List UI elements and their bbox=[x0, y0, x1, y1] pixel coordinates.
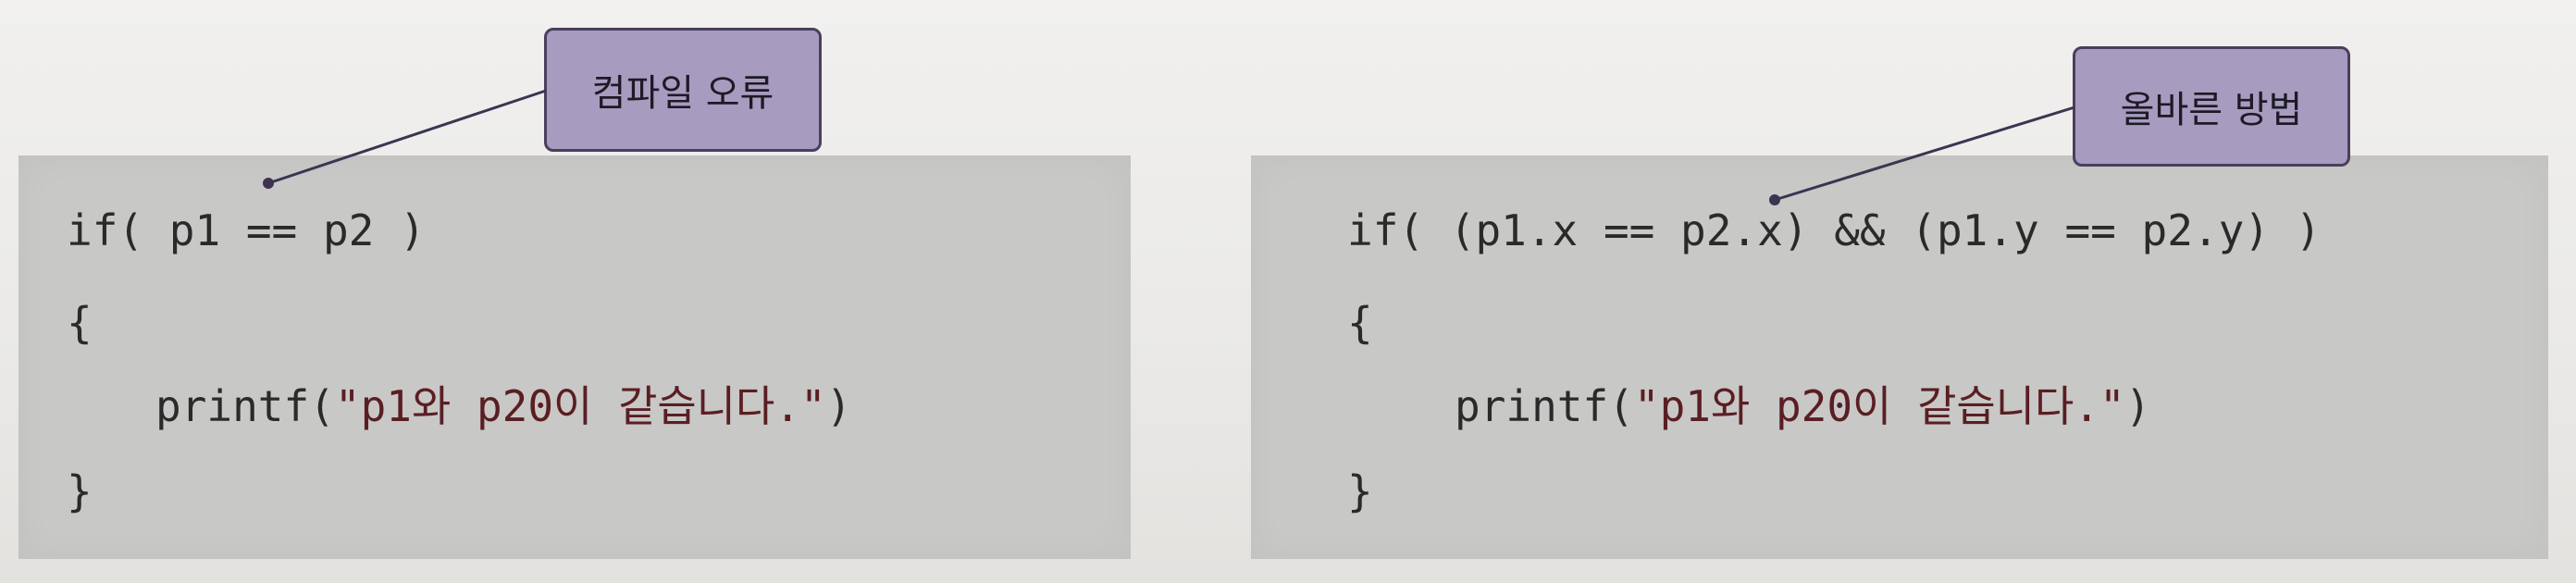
printf-close: ) bbox=[825, 381, 852, 431]
compile-error-label: 컴파일 오류 bbox=[544, 28, 822, 152]
code-line-printf: printf("p1와 p20이 같습니다.") bbox=[155, 385, 851, 428]
code-line-open-brace: { bbox=[67, 298, 93, 348]
printf-close: ) bbox=[2124, 381, 2151, 431]
printf-string: "p1와 p20이 같습니다." bbox=[334, 381, 826, 431]
page: if( p1 == p2 ) { printf("p1와 p20이 같습니다."… bbox=[0, 0, 2576, 583]
code-line-close-brace: } bbox=[1347, 466, 1373, 516]
code-line-if: if( (p1.x == p2.x) && (p1.y == p2.y) ) bbox=[1347, 205, 2322, 255]
code-line-close-brace: } bbox=[67, 466, 93, 516]
printf-call: printf( bbox=[155, 381, 335, 431]
code-line-printf: printf("p1와 p20이 같습니다.") bbox=[1455, 385, 2150, 428]
printf-string: "p1와 p20이 같습니다." bbox=[1633, 381, 2125, 431]
printf-call: printf( bbox=[1455, 381, 1634, 431]
code-line-if: if( p1 == p2 ) bbox=[67, 205, 426, 255]
code-line-open-brace: { bbox=[1347, 298, 1373, 348]
correct-method-label: 올바른 방법 bbox=[2073, 46, 2350, 167]
